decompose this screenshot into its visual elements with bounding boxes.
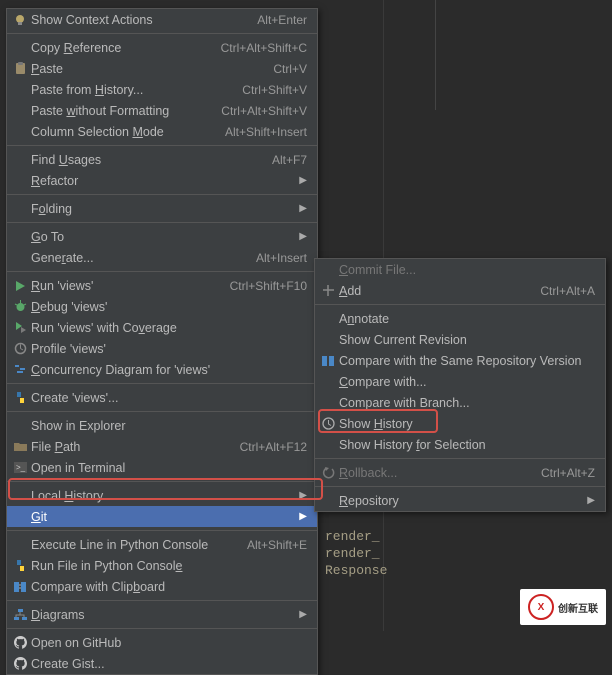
coverage-icon: [11, 320, 29, 336]
menu-compare-same-repo[interactable]: Compare with the Same Repository Version: [315, 350, 605, 371]
debug-icon: [11, 299, 29, 315]
menu-run-coverage[interactable]: Run 'views' with Coverage: [7, 317, 317, 338]
submenu-arrow-icon: ▶: [299, 175, 307, 186]
menu-generate[interactable]: Generate... Alt+Insert: [7, 247, 317, 268]
bulb-icon: [11, 12, 29, 28]
menu-compare-with[interactable]: Compare with...: [315, 371, 605, 392]
diff-icon: [319, 353, 337, 369]
git-submenu: Commit File... Add Ctrl+Alt+A Annotate S…: [314, 258, 606, 512]
terminal-icon: >_: [11, 460, 29, 476]
menu-find-usages[interactable]: Find Usages Alt+F7: [7, 149, 317, 170]
context-menu-main: Show Context Actions Alt+Enter Copy Refe…: [6, 8, 318, 675]
menu-paste-without-formatting[interactable]: Paste without Formatting Ctrl+Alt+Shift+…: [7, 100, 317, 121]
menu-debug[interactable]: Debug 'views': [7, 296, 317, 317]
editor-code-fragment: render_ render_ Response: [325, 528, 387, 579]
paste-icon: [11, 61, 29, 77]
submenu-arrow-icon: ▶: [587, 495, 595, 506]
plus-icon: [319, 283, 337, 299]
menu-open-terminal[interactable]: >_ Open in Terminal: [7, 457, 317, 478]
menu-column-selection[interactable]: Column Selection Mode Alt+Shift+Insert: [7, 121, 317, 142]
menu-paste[interactable]: Paste Ctrl+V: [7, 58, 317, 79]
menu-goto[interactable]: Go To ▶: [7, 226, 317, 247]
menu-compare-clipboard[interactable]: Compare with Clipboard: [7, 576, 317, 597]
diagram-icon: [11, 607, 29, 623]
menu-repository[interactable]: Repository ▶: [315, 490, 605, 511]
menu-show-history[interactable]: Show History: [315, 413, 605, 434]
github-icon: [11, 635, 29, 651]
menu-show-explorer[interactable]: Show in Explorer: [7, 415, 317, 436]
profile-icon: [11, 341, 29, 357]
menu-show-current-revision[interactable]: Show Current Revision: [315, 329, 605, 350]
menu-refactor[interactable]: Refactor ▶: [7, 170, 317, 191]
menu-run[interactable]: Run 'views' Ctrl+Shift+F10: [7, 275, 317, 296]
submenu-arrow-icon: ▶: [299, 511, 307, 522]
github-icon: [11, 656, 29, 672]
menu-compare-branch[interactable]: Compare with Branch...: [315, 392, 605, 413]
menu-profile[interactable]: Profile 'views': [7, 338, 317, 359]
menu-run-file-console[interactable]: Run File in Python Console: [7, 555, 317, 576]
python-icon: [11, 390, 29, 406]
menu-concurrency[interactable]: Concurrency Diagram for 'views': [7, 359, 317, 380]
submenu-arrow-icon: ▶: [299, 203, 307, 214]
diff-icon: [11, 579, 29, 595]
menu-folding[interactable]: Folding ▶: [7, 198, 317, 219]
submenu-arrow-icon: ▶: [299, 490, 307, 501]
python-icon: [11, 558, 29, 574]
run-icon: [11, 278, 29, 294]
submenu-arrow-icon: ▶: [299, 231, 307, 242]
menu-copy-reference[interactable]: Copy Reference Ctrl+Alt+Shift+C: [7, 37, 317, 58]
menu-diagrams[interactable]: Diagrams ▶: [7, 604, 317, 625]
menu-add[interactable]: Add Ctrl+Alt+A: [315, 280, 605, 301]
menu-commit-file: Commit File...: [315, 259, 605, 280]
menu-execute-line[interactable]: Execute Line in Python Console Alt+Shift…: [7, 534, 317, 555]
menu-create-gist[interactable]: Create Gist...: [7, 653, 317, 674]
clock-icon: [319, 416, 337, 432]
menu-annotate[interactable]: Annotate: [315, 308, 605, 329]
menu-rollback: Rollback... Ctrl+Alt+Z: [315, 462, 605, 483]
menu-open-github[interactable]: Open on GitHub: [7, 632, 317, 653]
menu-git[interactable]: Git ▶: [7, 506, 317, 527]
menu-show-context-actions[interactable]: Show Context Actions Alt+Enter: [7, 9, 317, 30]
svg-text:>_: >_: [16, 463, 26, 472]
menu-file-path[interactable]: File Path Ctrl+Alt+F12: [7, 436, 317, 457]
concurrency-icon: [11, 362, 29, 378]
menu-show-history-selection[interactable]: Show History for Selection: [315, 434, 605, 455]
rollback-icon: [319, 465, 337, 481]
folder-icon: [11, 439, 29, 455]
menu-paste-history[interactable]: Paste from History... Ctrl+Shift+V: [7, 79, 317, 100]
menu-local-history[interactable]: Local History ▶: [7, 485, 317, 506]
submenu-arrow-icon: ▶: [299, 609, 307, 620]
menu-create[interactable]: Create 'views'...: [7, 387, 317, 408]
watermark-logo: X 创新互联: [520, 589, 606, 625]
